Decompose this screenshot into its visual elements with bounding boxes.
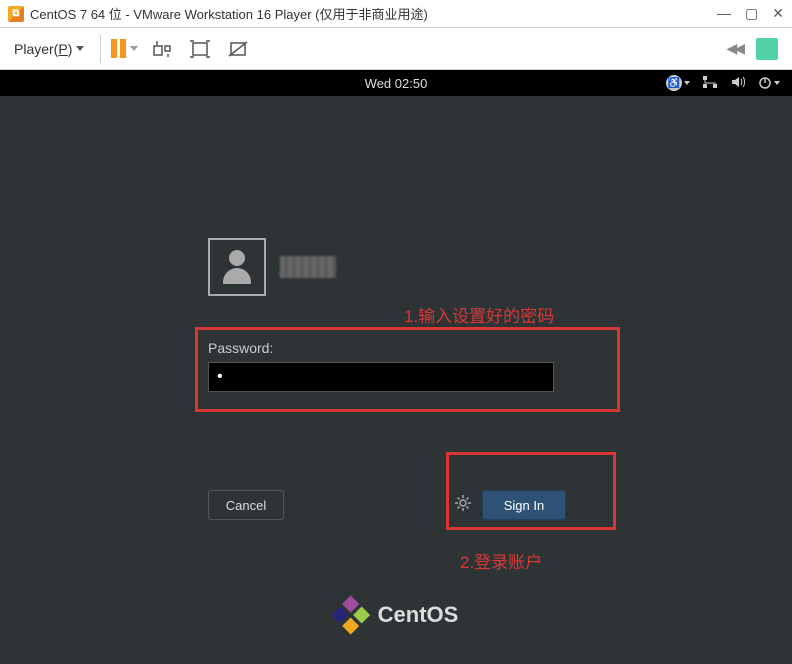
player-menu-suffix: ) xyxy=(68,41,73,57)
app-toolbar: Player(P) ◀◀ xyxy=(0,28,792,70)
gnome-topbar: Wed 02:50 ♿ xyxy=(0,70,792,96)
user-row xyxy=(208,238,596,296)
username-label xyxy=(280,256,336,278)
chevron-down-icon xyxy=(684,81,690,85)
player-menu-key: P xyxy=(58,41,67,57)
pause-dropdown[interactable] xyxy=(111,39,138,58)
accessibility-icon: ♿ xyxy=(666,75,682,91)
password-input[interactable] xyxy=(208,362,554,392)
unity-button[interactable] xyxy=(224,35,252,63)
fullscreen-button[interactable] xyxy=(186,35,214,63)
close-button[interactable]: ✕ xyxy=(772,5,784,22)
centos-text: CentOS xyxy=(378,602,459,628)
chevron-down-icon xyxy=(774,81,780,85)
window-titlebar: ⧉ CentOS 7 64 位 - VMware Workstation 16 … xyxy=(0,0,792,28)
vm-screen: Wed 02:50 ♿ Password: xyxy=(0,70,792,664)
dropdown-arrow-icon xyxy=(130,46,138,51)
centos-logo: CentOS xyxy=(334,598,459,632)
cancel-button[interactable]: Cancel xyxy=(208,490,284,520)
clock: Wed 02:50 xyxy=(365,76,428,91)
volume-icon[interactable] xyxy=(730,75,746,92)
minimize-button[interactable]: — xyxy=(717,5,731,22)
rewind-icon[interactable]: ◀◀ xyxy=(726,40,742,57)
toolbar-separator xyxy=(100,35,101,63)
login-area: Password: Cancel Sign In xyxy=(196,238,596,520)
player-menu[interactable]: Player(P) xyxy=(8,37,90,61)
session-options-button[interactable] xyxy=(454,494,472,517)
notes-icon[interactable] xyxy=(756,38,778,60)
window-title: CentOS 7 64 位 - VMware Workstation 16 Pl… xyxy=(30,4,717,23)
chevron-down-icon xyxy=(76,46,84,51)
power-icon xyxy=(758,76,772,90)
network-icon[interactable] xyxy=(702,75,718,92)
avatar xyxy=(208,238,266,296)
send-ctrl-alt-del-button[interactable] xyxy=(148,35,176,63)
password-label: Password: xyxy=(208,340,596,356)
sign-in-button[interactable]: Sign In xyxy=(482,490,566,520)
pause-icon xyxy=(111,39,126,58)
player-menu-prefix: Player( xyxy=(14,41,58,57)
power-menu[interactable] xyxy=(758,76,780,90)
gear-icon xyxy=(454,494,472,512)
centos-mark-icon xyxy=(334,598,368,632)
maximize-button[interactable]: ▢ xyxy=(745,5,758,22)
accessibility-menu[interactable]: ♿ xyxy=(666,75,690,91)
vmware-icon: ⧉ xyxy=(8,6,24,22)
